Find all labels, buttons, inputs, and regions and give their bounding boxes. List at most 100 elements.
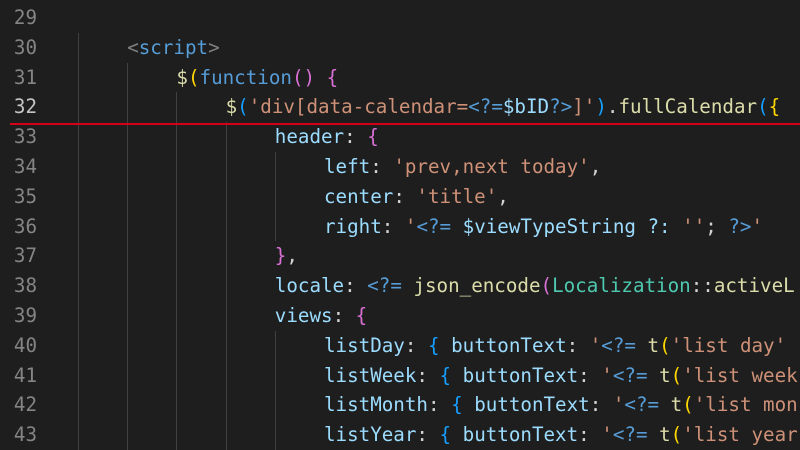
code-text: locale: <?= json_encode(Localization::ac… bbox=[275, 271, 795, 301]
code-text: right: '<?= $viewTypeString ?: ''; ?>' bbox=[324, 212, 763, 242]
code-line[interactable]: 36 right: '<?= $viewTypeString ?: ''; ?>' bbox=[0, 212, 800, 242]
code-token: : bbox=[393, 184, 417, 208]
code-token: , bbox=[589, 155, 602, 178]
code-token: } bbox=[274, 244, 287, 268]
code-token: t bbox=[670, 393, 683, 417]
code-token: <?= bbox=[624, 393, 660, 417]
code-token: :: bbox=[690, 274, 714, 298]
code-line[interactable]: 43 listYear: { buttonText: '<?= t('list y… bbox=[0, 420, 800, 450]
code-text: listMonth: { buttonText: '<?= t('list mo… bbox=[324, 390, 798, 420]
code-token: : bbox=[370, 155, 394, 178]
code-text: center: 'title', bbox=[324, 182, 509, 212]
code-token: <?= bbox=[416, 214, 452, 238]
code-token: center bbox=[324, 184, 394, 208]
code-token: 'list day' bbox=[670, 333, 787, 357]
code-token: $viewTypeString ?: bbox=[451, 214, 683, 238]
code-text: $(function() { bbox=[176, 63, 338, 93]
code-line[interactable]: 29 bbox=[0, 3, 800, 33]
line-number: 37 bbox=[13, 244, 37, 268]
code-token: , bbox=[286, 244, 298, 268]
code-token: t bbox=[659, 423, 671, 447]
code-token: ; bbox=[705, 214, 729, 238]
code-token: < bbox=[127, 35, 139, 59]
code-token: ( bbox=[757, 95, 769, 119]
code-line[interactable]: 30 <script> bbox=[0, 33, 800, 63]
line-number: 33 bbox=[13, 125, 37, 149]
code-token: 'div[data-calendar= bbox=[248, 95, 469, 119]
code-token: json_encode bbox=[413, 274, 541, 298]
code-token: views bbox=[274, 304, 333, 327]
code-token: : bbox=[344, 274, 368, 298]
code-line[interactable]: 33 header: { bbox=[0, 122, 800, 152]
line-number: 31 bbox=[13, 65, 37, 89]
code-line[interactable]: 40 listDay: { buttonText: '<?= t('list da… bbox=[0, 331, 800, 361]
code-token: ' bbox=[612, 393, 625, 417]
line-number: 35 bbox=[13, 184, 37, 208]
code-token: ( bbox=[659, 333, 671, 357]
code-line[interactable]: 35 center: 'title', bbox=[0, 182, 800, 212]
code-token: <?= bbox=[367, 274, 402, 298]
code-token: : bbox=[332, 304, 356, 327]
code-token: ' bbox=[589, 333, 602, 357]
line-number: 34 bbox=[13, 155, 37, 178]
code-token: { bbox=[768, 95, 781, 119]
code-token: ( bbox=[540, 274, 553, 298]
code-token: fullCalendar bbox=[618, 95, 758, 119]
code-text: }, bbox=[275, 241, 298, 271]
code-token: listYear bbox=[324, 423, 417, 447]
code-token: script bbox=[138, 35, 209, 59]
code-token: right bbox=[324, 214, 382, 238]
code-token: <?= bbox=[468, 95, 503, 119]
code-token: ( bbox=[670, 423, 683, 447]
code-token: ) bbox=[595, 95, 607, 119]
code-token: ' bbox=[601, 423, 613, 447]
line-number: 43 bbox=[13, 423, 37, 447]
line-number: 41 bbox=[13, 363, 37, 387]
code-line[interactable]: 34 left: 'prev,next today', bbox=[0, 152, 800, 182]
line-number: 42 bbox=[13, 393, 37, 417]
code-token: { bbox=[451, 393, 463, 417]
code-text: listYear: { buttonText: '<?= t('list yea… bbox=[324, 420, 798, 450]
code-token: : bbox=[344, 125, 368, 149]
code-token: left bbox=[324, 155, 371, 178]
code-token: <?= bbox=[612, 363, 648, 387]
code-token: : bbox=[589, 393, 613, 417]
code-line[interactable]: 37}, bbox=[0, 241, 800, 271]
code-token: 'list mon bbox=[693, 393, 798, 417]
line-number: 40 bbox=[13, 333, 37, 357]
code-token: . bbox=[606, 95, 619, 119]
code-token: listMonth bbox=[324, 393, 428, 417]
code-token: listWeek bbox=[324, 363, 417, 387]
code-token: $ bbox=[176, 65, 188, 89]
code-token: ?> bbox=[728, 214, 752, 238]
code-token: () bbox=[291, 65, 327, 89]
code-line[interactable]: 31 $(function() { bbox=[0, 63, 800, 93]
code-token: buttonText bbox=[451, 363, 579, 387]
code-token: : bbox=[578, 423, 602, 447]
code-token: listDay bbox=[324, 333, 405, 357]
code-token: , bbox=[497, 184, 509, 208]
code-text: header: { bbox=[275, 122, 379, 152]
code-editor[interactable]: 29 30 <script> 31 $(function() {32 $('div[dat… bbox=[0, 0, 800, 450]
code-token: buttonText bbox=[451, 423, 579, 447]
code-token: t bbox=[647, 333, 660, 357]
code-token: ( bbox=[682, 393, 694, 417]
code-token: $ bbox=[225, 95, 238, 119]
code-line[interactable]: 38 locale: <?= json_encode(Localization::… bbox=[0, 271, 800, 301]
code-line[interactable]: 42 listMonth: { buttonText: '<?= t('list … bbox=[0, 390, 800, 420]
code-token: { bbox=[427, 333, 440, 357]
code-token: <?= bbox=[612, 423, 648, 447]
code-text: left: 'prev,next today', bbox=[324, 152, 601, 182]
code-text: listWeek: { buttonText: '<?= t('list wee… bbox=[324, 361, 798, 391]
code-line[interactable]: 41 listWeek: { buttonText: '<?= t('list w… bbox=[0, 361, 800, 391]
code-token: : bbox=[404, 333, 428, 357]
code-token: activeL bbox=[713, 274, 795, 298]
code-line[interactable]: 39 views: { bbox=[0, 301, 800, 331]
code-line[interactable]: 32 $('div[data-calendar=<?=$bID?>]').full… bbox=[0, 92, 800, 122]
code-text: listDay: { buttonText: '<?= t('list day' bbox=[324, 331, 786, 361]
line-number: 30 bbox=[13, 35, 37, 59]
